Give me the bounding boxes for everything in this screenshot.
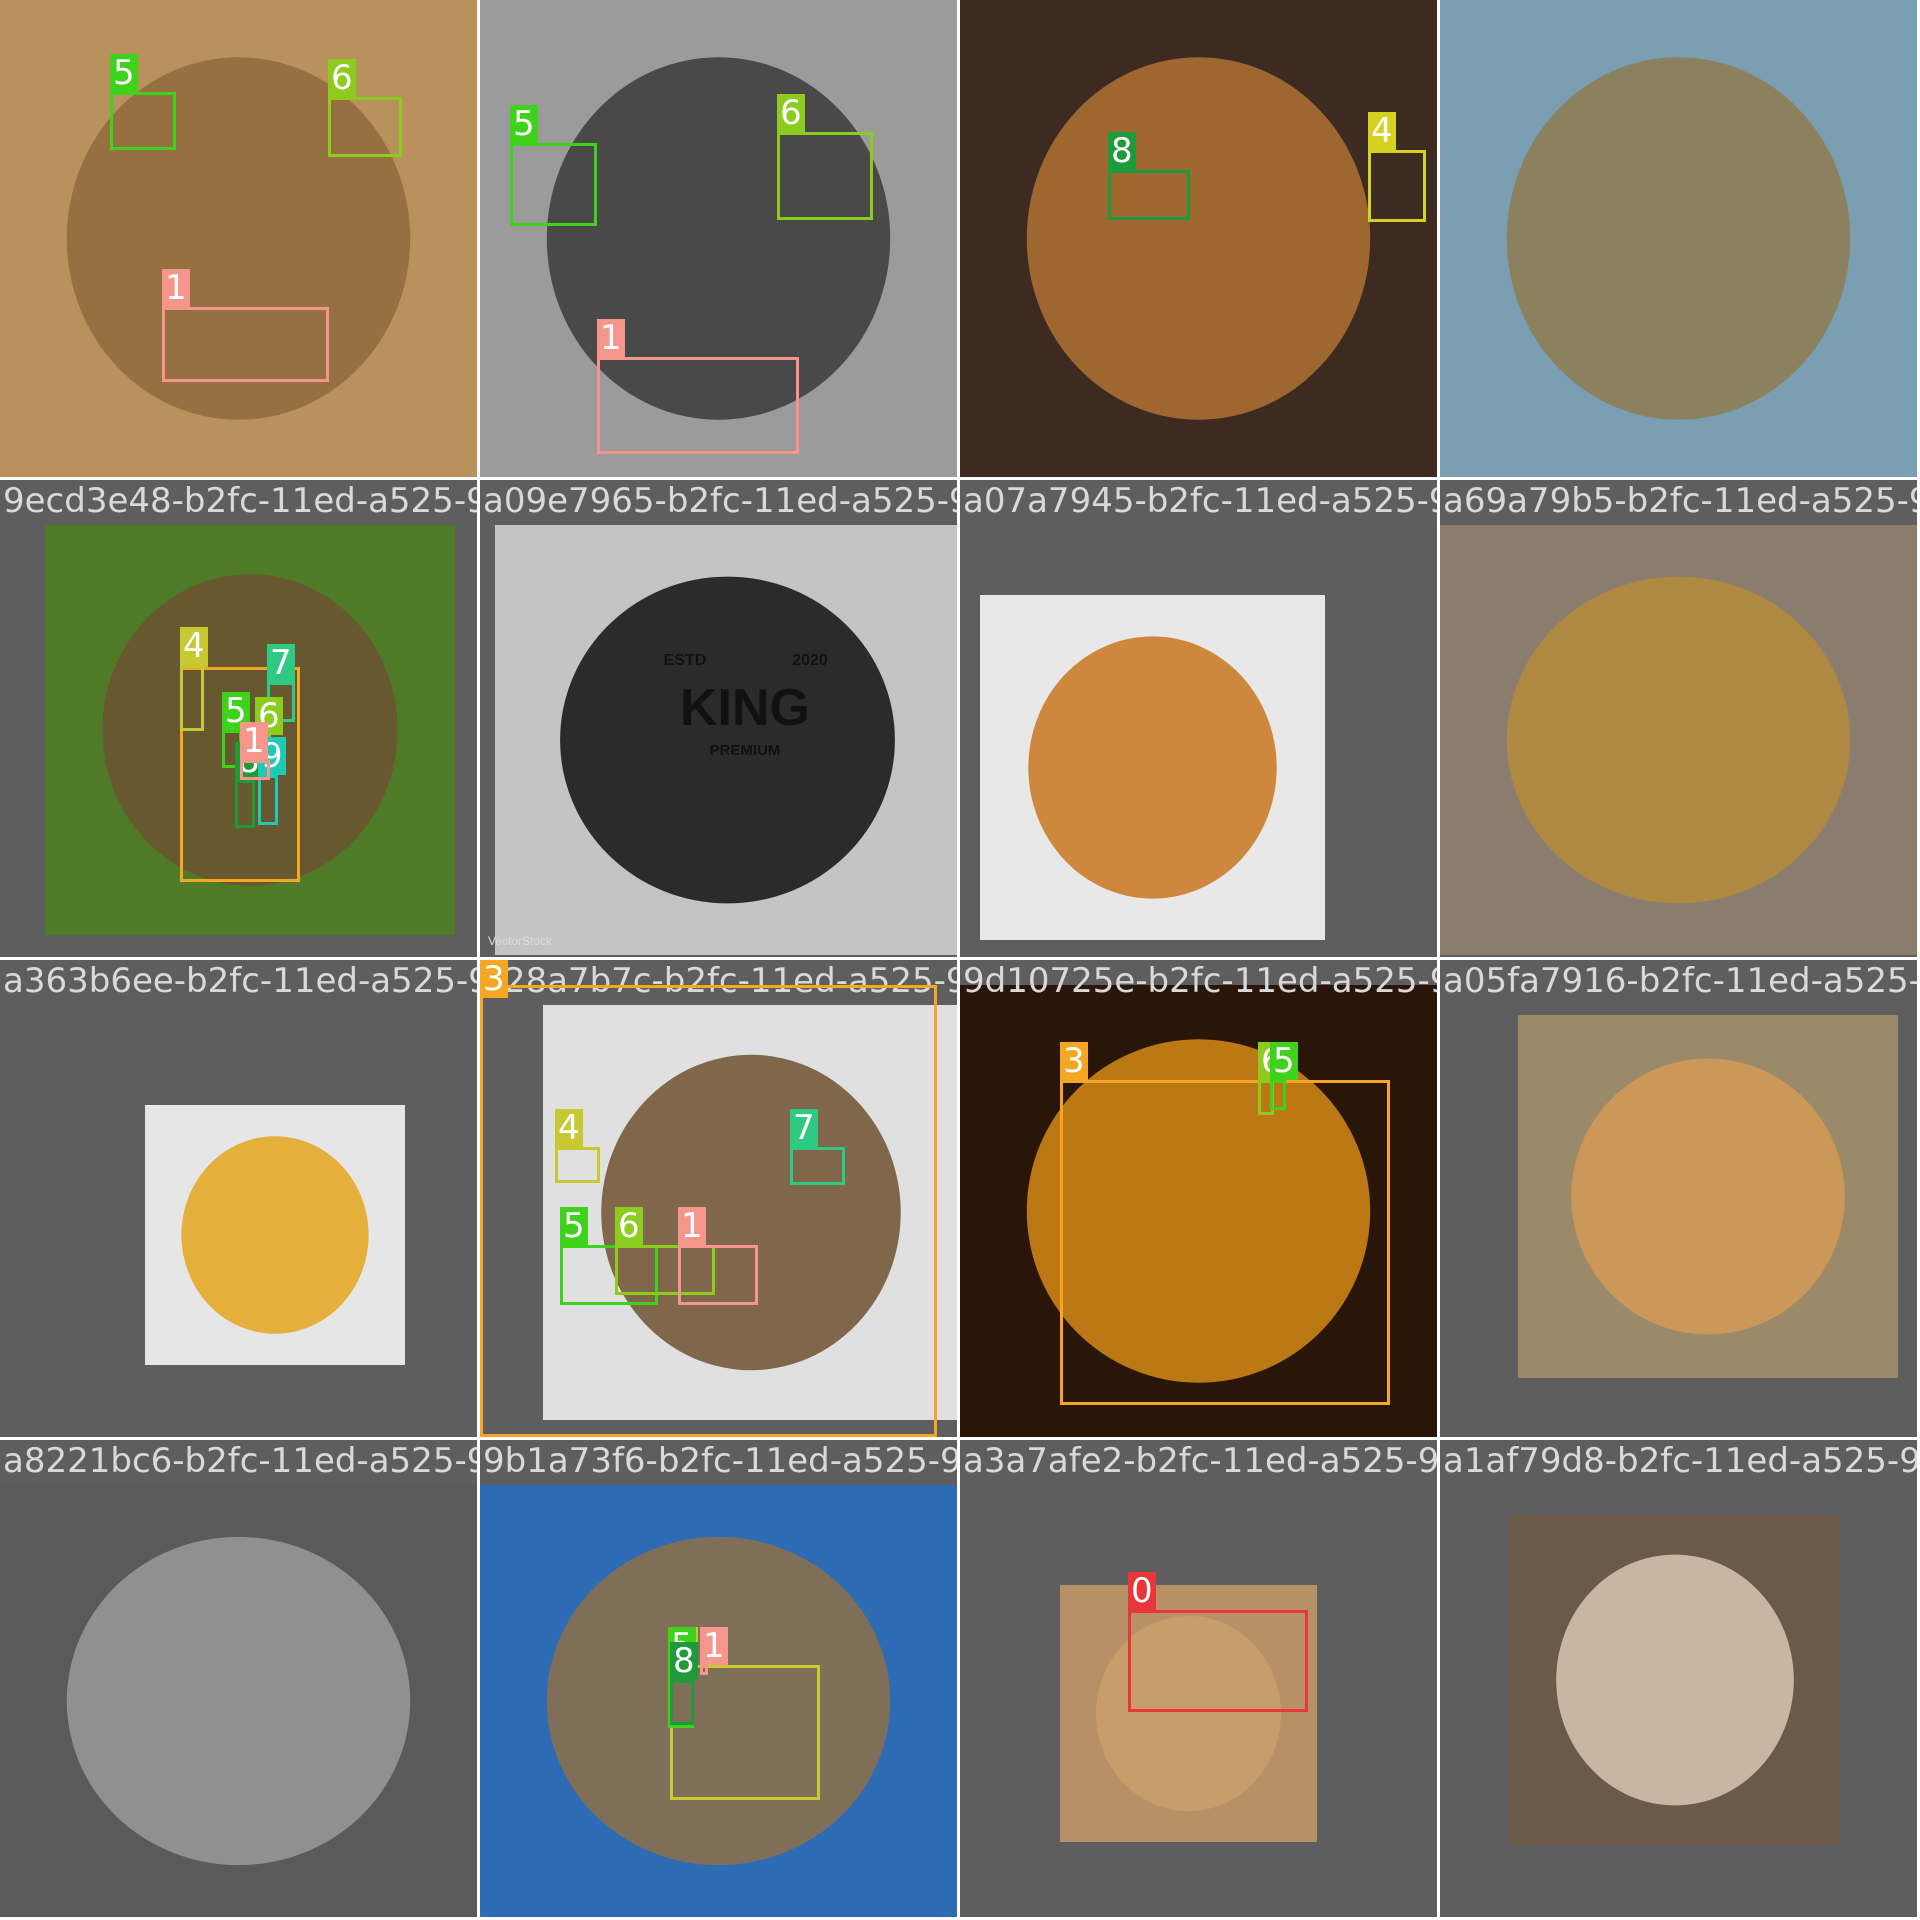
class-label: 8	[1108, 132, 1136, 170]
image-tile: 84	[960, 0, 1437, 477]
image-tile: ESTD 2020 KING PREMIUM VectorStock a09e7965-b…	[480, 480, 957, 957]
image-tile: a3a7afe2-b2fc-11ed-a525-98fa9b05ab7f.jpg…	[960, 1440, 1437, 1917]
image-tile: a363b6ee-b2fc-11ed-a525-98fa9b05ab7f.jpg	[0, 960, 477, 1437]
detection-box	[235, 780, 255, 828]
image-tile	[1440, 0, 1917, 477]
detection-box	[1060, 1080, 1390, 1405]
detection-box	[240, 760, 270, 780]
photo-thumbnail	[1510, 1515, 1840, 1845]
detection-box	[678, 1245, 758, 1305]
detection-box	[670, 1680, 694, 1725]
class-label: 4	[1368, 112, 1396, 150]
class-label: 3	[480, 960, 508, 998]
detection-box	[597, 357, 799, 454]
class-label: 6	[777, 94, 805, 132]
image-tile: a05fa7916-b2fc-11ed-a525-98fa9b05ab7f.jp…	[1440, 960, 1917, 1437]
svg-text:PREMIUM: PREMIUM	[710, 742, 781, 759]
image-filename: 9ecd3e48-b2fc-11ed-a525-98fa9b05ab7f.jpg	[3, 481, 477, 521]
detection-box	[1270, 1080, 1286, 1110]
class-label: 1	[597, 319, 625, 357]
image-tile: a28a7b7c-b2fc-11ed-a525-98fa9b05ab7f.jpg…	[480, 960, 957, 1437]
image-filename: a05fa7916-b2fc-11ed-a525-98fa9b05ab7f.jp…	[1443, 961, 1917, 1001]
detection-box	[180, 665, 204, 731]
photo-thumbnail	[980, 595, 1325, 940]
detection-box	[510, 143, 597, 226]
detection-box	[555, 1147, 600, 1183]
detection-box	[1108, 170, 1190, 220]
class-label: 4	[555, 1109, 583, 1147]
photo-thumbnail	[960, 0, 1437, 477]
image-filename: a1af79d8-b2fc-11ed-a525-98fa9b05ab7f.jpg	[1443, 1441, 1917, 1481]
detection-box	[162, 307, 329, 382]
detection-box	[790, 1147, 845, 1185]
class-label: 5	[1270, 1042, 1298, 1080]
class-label: 5	[510, 105, 538, 143]
image-tile: a1af79d8-b2fc-11ed-a525-98fa9b05ab7f.jpg	[1440, 1440, 1917, 1917]
detection-box	[258, 775, 278, 825]
photo-thumbnail	[1440, 0, 1917, 477]
photo-thumbnail	[0, 0, 477, 477]
detection-box	[480, 985, 937, 1437]
photo-thumbnail	[145, 1105, 405, 1365]
image-filename: 9d10725e-b2fc-11ed-a525-98fa9b05ab7f.jpg	[963, 961, 1437, 1001]
svg-text:VectorStock: VectorStock	[488, 934, 553, 948]
class-label: 3	[1060, 1042, 1088, 1080]
image-tile: 9b1a73f6-b2fc-11ed-a525-98fa9b05ab7f.jpg…	[480, 1440, 957, 1917]
image-tile: a8221bc6-b2fc-11ed-a525-98fa9b05ab7f.jpg	[0, 1440, 477, 1917]
class-label: 0	[1128, 1572, 1156, 1610]
class-label: 1	[162, 269, 190, 307]
class-label: 1	[240, 722, 268, 760]
image-tile: a69a79b5-b2fc-11ed-a525-98fa9b05ab7f.jpg	[1440, 480, 1917, 957]
detection-box	[1368, 150, 1426, 222]
class-label: 5	[560, 1207, 588, 1245]
image-filename: a69a79b5-b2fc-11ed-a525-98fa9b05ab7f.jpg	[1443, 481, 1917, 521]
class-label: 6	[328, 59, 356, 97]
detection-box	[777, 132, 873, 220]
detection-mosaic: 561561849ecd3e48-b2fc-11ed-a525-98fa9b05…	[0, 0, 1920, 1920]
detection-box	[328, 97, 402, 157]
photo-thumbnail	[0, 1485, 477, 1917]
image-tile: a07a7945-b2fc-11ed-a525-98fa9b05ab7f.jpg	[960, 480, 1437, 957]
photo-thumbnail	[1518, 1015, 1898, 1378]
detection-box	[700, 1665, 708, 1675]
image-filename: a8221bc6-b2fc-11ed-a525-98fa9b05ab7f.jpg	[3, 1441, 477, 1481]
detection-box	[1128, 1610, 1308, 1712]
image-tile: 9ecd3e48-b2fc-11ed-a525-98fa9b05ab7f.jpg…	[0, 480, 477, 957]
svg-text:ESTD: ESTD	[664, 652, 707, 669]
class-label: 8	[670, 1642, 698, 1680]
photo-thumbnail	[1440, 525, 1917, 955]
detection-box	[110, 92, 176, 150]
photo-thumbnail: ESTD 2020 KING PREMIUM VectorStock	[488, 525, 957, 955]
class-label: 7	[267, 644, 295, 682]
image-filename: a363b6ee-b2fc-11ed-a525-98fa9b05ab7f.jpg	[3, 961, 477, 1001]
image-filename: a3a7afe2-b2fc-11ed-a525-98fa9b05ab7f.jpg	[963, 1441, 1437, 1481]
svg-text:2020: 2020	[792, 652, 828, 669]
class-label: 1	[700, 1627, 728, 1665]
class-label: 6	[615, 1207, 643, 1245]
svg-text:KING: KING	[680, 679, 810, 737]
class-label: 7	[790, 1109, 818, 1147]
image-tile: 5 6 1	[0, 0, 477, 477]
class-label: 5	[110, 54, 138, 92]
class-label: 1	[678, 1207, 706, 1245]
image-filename: 9b1a73f6-b2fc-11ed-a525-98fa9b05ab7f.jpg	[483, 1441, 957, 1481]
image-filename: a07a7945-b2fc-11ed-a525-98fa9b05ab7f.jpg	[963, 481, 1437, 521]
class-label: 4	[180, 627, 208, 665]
image-filename: a09e7965-b2fc-11ed-a525-98fa9b05ab7f.jpg	[483, 481, 957, 521]
image-tile: 5 6 1	[480, 0, 957, 477]
image-tile: 9d10725e-b2fc-11ed-a525-98fa9b05ab7f.jpg…	[960, 960, 1437, 1437]
